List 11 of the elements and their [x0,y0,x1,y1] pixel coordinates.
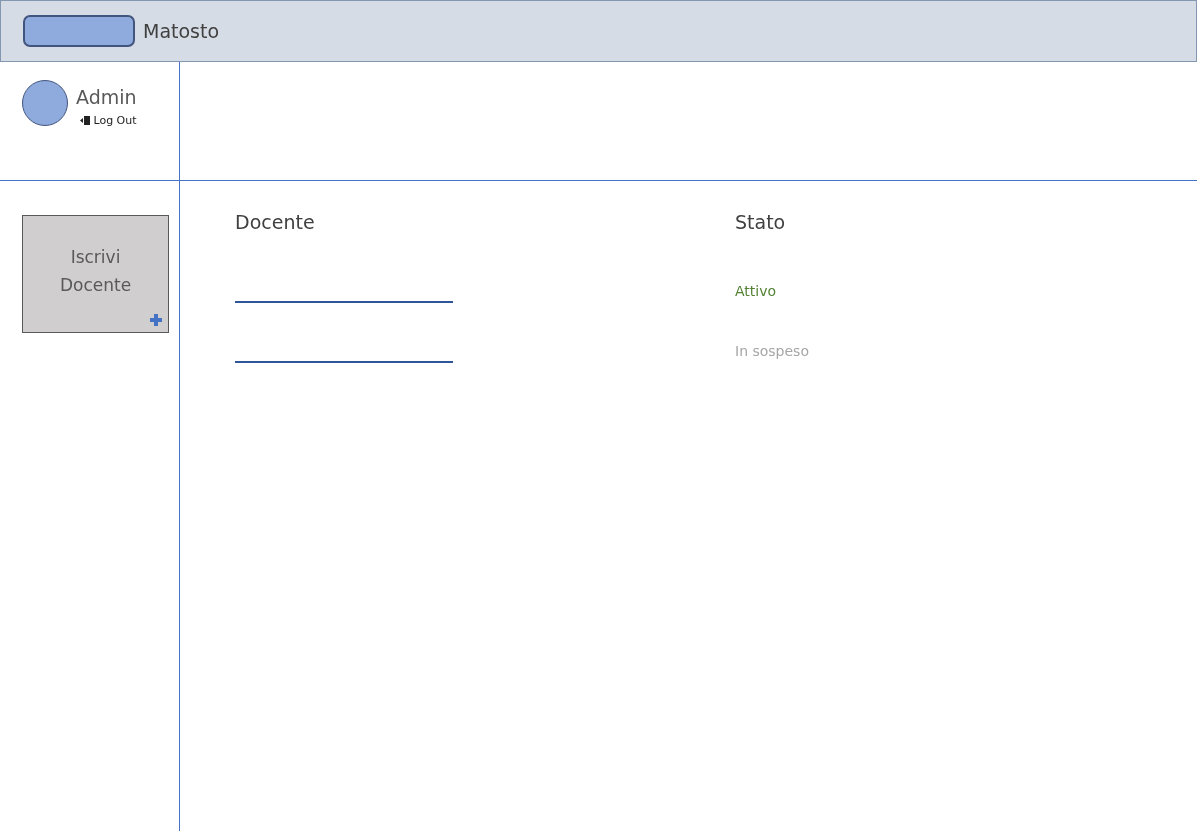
app-title: Matosto [143,20,220,42]
status-text: In sospeso [735,343,809,359]
logout-link[interactable]: Log Out [80,114,137,127]
status-text: Attivo [735,283,777,299]
exit-icon [80,115,92,126]
enroll-teacher-button[interactable]: Iscrivi Docente [22,215,169,333]
user-name: Admin [76,86,137,108]
avatar [22,80,68,126]
column-header: Docente [235,211,316,235]
column-header: Stato [735,211,787,235]
plus-icon [150,314,162,326]
